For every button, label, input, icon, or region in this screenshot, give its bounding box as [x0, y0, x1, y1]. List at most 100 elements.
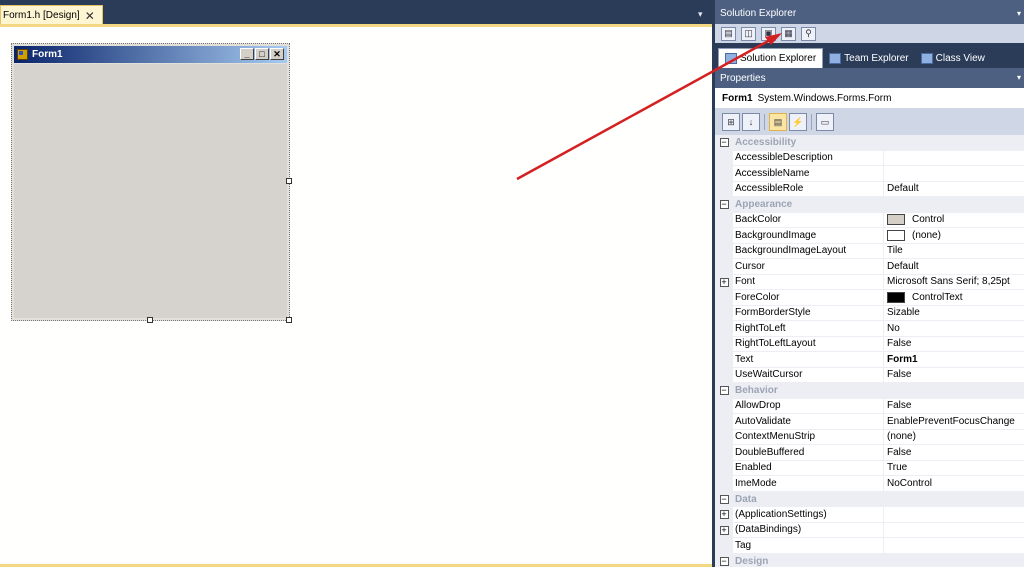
property-value[interactable]: EnablePreventFocusChange [884, 414, 1024, 430]
category-row[interactable]: − Data [715, 491, 1024, 507]
property-value[interactable] [884, 151, 1024, 166]
property-row[interactable]: + (ApplicationSettings) [715, 507, 1024, 523]
properties-view-icon[interactable]: ▤ [769, 113, 787, 131]
property-row[interactable]: RightToLeft No [715, 321, 1024, 337]
resize-handle-corner[interactable] [286, 317, 292, 323]
property-value[interactable]: False [884, 337, 1024, 352]
property-row[interactable]: BackgroundImageLayout Tile [715, 243, 1024, 259]
property-value[interactable] [884, 538, 1024, 554]
events-lightning-icon[interactable]: ⚡ [789, 113, 807, 131]
solution-explorer-title: Solution Explorer [720, 8, 797, 19]
collapse-icon[interactable]: − [719, 386, 729, 396]
property-value[interactable]: False [884, 399, 1024, 414]
property-value[interactable]: Sizable [884, 306, 1024, 321]
property-row[interactable]: Enabled True [715, 460, 1024, 476]
property-value[interactable]: Microsoft Sans Serif; 8,25pt [884, 275, 1024, 290]
category-margin: − [715, 135, 733, 151]
category-row[interactable]: − Design [715, 553, 1024, 567]
resize-handle-bottom[interactable] [147, 317, 153, 323]
properties-page-icon[interactable]: ▤ [721, 26, 736, 41]
resize-handle-right[interactable] [286, 178, 292, 184]
show-all-files-icon[interactable]: ◫ [741, 26, 756, 41]
property-margin [715, 305, 733, 321]
property-name: (DataBindings) [733, 522, 884, 538]
property-name: Cursor [733, 259, 884, 275]
property-row[interactable]: FormBorderStyle Sizable [715, 305, 1024, 321]
property-row[interactable]: RightToLeftLayout False [715, 336, 1024, 352]
property-value-text: Form1 [887, 353, 918, 365]
explorer-tab-0[interactable]: Solution Explorer [718, 48, 824, 68]
property-row[interactable]: AccessibleName [715, 166, 1024, 182]
property-value[interactable]: (none) [884, 228, 1024, 244]
category-row[interactable]: − Appearance [715, 197, 1024, 213]
collapse-icon[interactable]: − [719, 200, 729, 210]
property-row[interactable]: AllowDrop False [715, 398, 1024, 414]
object-selector[interactable]: Form1 System.Windows.Forms.Form [715, 88, 1024, 109]
designer-surface[interactable]: Form1 _ □ ✕ [0, 24, 712, 567]
explorer-tab-1[interactable]: Team Explorer [823, 48, 914, 68]
close-tab-icon[interactable]: ✕ [85, 10, 95, 22]
property-value[interactable]: Default [884, 259, 1024, 275]
property-value[interactable]: True [884, 461, 1024, 476]
property-value[interactable]: Tile [884, 244, 1024, 259]
form1-client-area[interactable] [14, 64, 287, 318]
alphabetical-icon[interactable]: ↓ [742, 113, 760, 131]
expand-icon[interactable]: + [719, 510, 729, 520]
property-row[interactable]: + Font Microsoft Sans Serif; 8,25pt [715, 274, 1024, 290]
explorer-tab-2[interactable]: Class View [915, 48, 991, 68]
property-value[interactable]: Default [884, 182, 1024, 197]
property-row[interactable]: AutoValidate EnablePreventFocusChange [715, 414, 1024, 430]
properties-header[interactable]: Properties ▾ [715, 68, 1024, 88]
property-margin: + [715, 274, 733, 290]
minimize-button[interactable]: _ [240, 48, 254, 60]
document-tab-form1-design[interactable]: Form1.h [Design] ✕ [0, 5, 103, 25]
property-value[interactable]: False [884, 368, 1024, 383]
category-row[interactable]: − Accessibility [715, 135, 1024, 151]
property-row[interactable]: + (DataBindings) [715, 522, 1024, 538]
property-value[interactable]: False [884, 445, 1024, 461]
form1-window[interactable]: Form1 _ □ ✕ [11, 43, 290, 321]
property-row[interactable]: ForeColor ControlText [715, 290, 1024, 306]
property-value[interactable]: NoControl [884, 476, 1024, 492]
property-row[interactable]: ImeMode NoControl [715, 476, 1024, 492]
close-button[interactable]: ✕ [270, 48, 284, 60]
expand-icon[interactable]: + [719, 277, 729, 287]
collapse-icon[interactable]: − [719, 556, 729, 566]
view-code-icon[interactable]: ▣ [761, 26, 776, 41]
property-value[interactable] [884, 523, 1024, 538]
property-name: AccessibleRole [733, 181, 884, 197]
property-value-text: No [887, 322, 900, 334]
property-row[interactable]: BackgroundImage (none) [715, 228, 1024, 244]
view-designer-icon[interactable]: ▦ [781, 26, 796, 41]
property-row[interactable]: Cursor Default [715, 259, 1024, 275]
property-row[interactable]: BackColor Control [715, 212, 1024, 228]
property-pages-icon[interactable]: ▭ [816, 113, 834, 131]
form1-title-bar[interactable]: Form1 _ □ ✕ [14, 46, 287, 63]
panel-menu-icon[interactable]: ▾ [1017, 73, 1021, 82]
class-diagram-icon[interactable]: ⚲ [801, 26, 816, 41]
property-value[interactable]: ControlText [884, 290, 1024, 306]
property-value[interactable]: (none) [884, 430, 1024, 445]
property-value[interactable]: Control [884, 213, 1024, 228]
property-value[interactable]: Form1 [884, 352, 1024, 368]
collapse-icon[interactable]: − [719, 138, 729, 148]
property-value[interactable] [884, 507, 1024, 523]
property-row[interactable]: ContextMenuStrip (none) [715, 429, 1024, 445]
collapse-icon[interactable]: − [719, 494, 729, 504]
property-row[interactable]: Text Form1 [715, 352, 1024, 368]
property-row[interactable]: UseWaitCursor False [715, 367, 1024, 383]
expand-icon[interactable]: + [719, 525, 729, 535]
categorized-icon[interactable]: ⊞ [722, 113, 740, 131]
panel-menu-icon[interactable]: ▾ [1017, 9, 1021, 18]
property-value[interactable]: No [884, 321, 1024, 337]
property-value[interactable] [884, 166, 1024, 182]
property-row[interactable]: Tag [715, 538, 1024, 554]
category-row[interactable]: − Behavior [715, 383, 1024, 399]
property-row[interactable]: AccessibleDescription [715, 150, 1024, 166]
tab-dropdown-icon[interactable]: ▾ [698, 9, 703, 20]
property-name: AllowDrop [733, 398, 884, 414]
solution-explorer-header[interactable]: Solution Explorer ▾ [715, 0, 1024, 24]
property-row[interactable]: DoubleBuffered False [715, 445, 1024, 461]
property-row[interactable]: AccessibleRole Default [715, 181, 1024, 197]
maximize-button[interactable]: □ [255, 48, 269, 60]
